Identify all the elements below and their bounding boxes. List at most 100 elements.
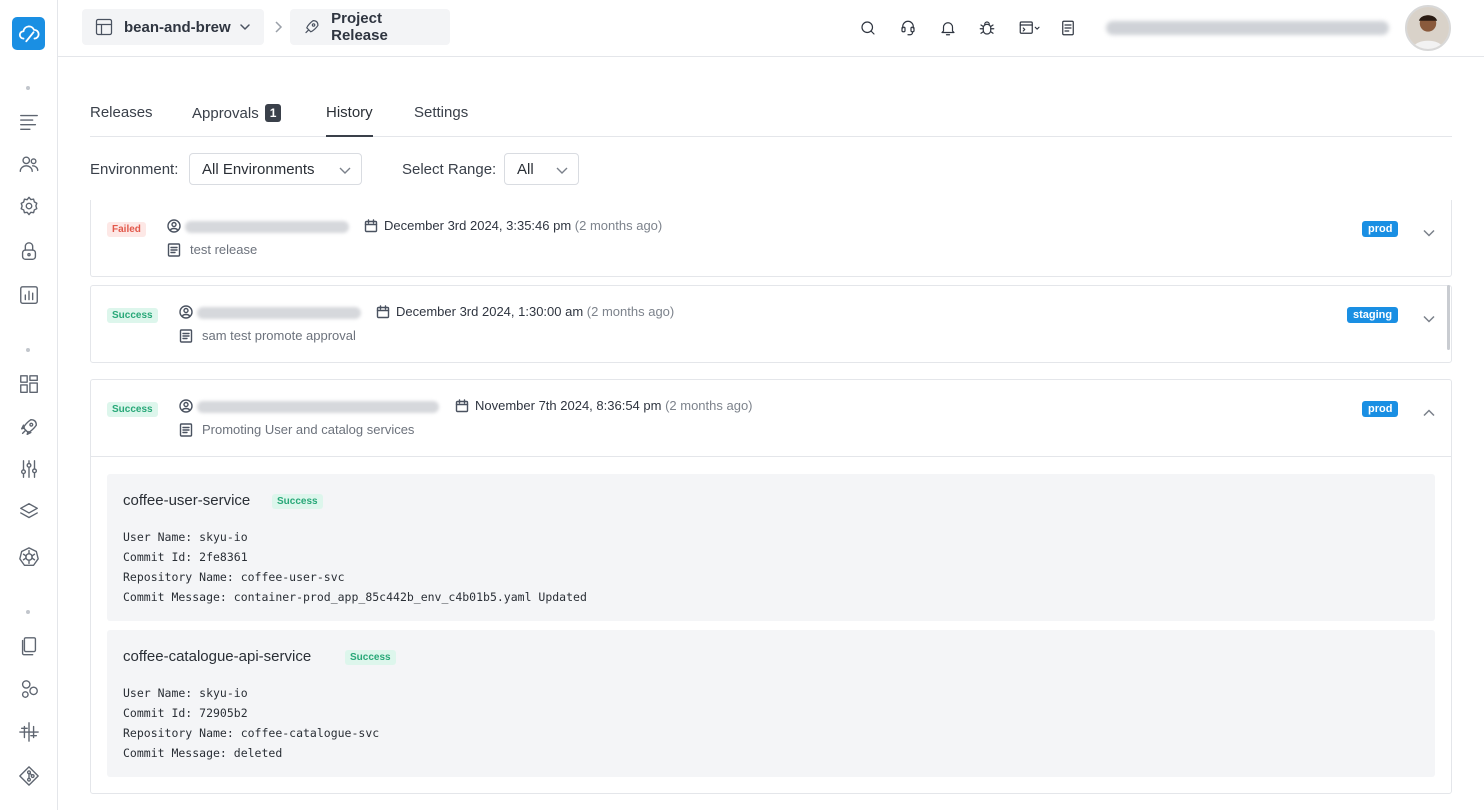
release-note: test release [190,242,258,257]
dashboard-grid-icon[interactable] [17,372,41,396]
menu-lines-icon[interactable] [17,109,41,133]
history-entry[interactable]: Success December 3rd 2024, 1:30:00 am (2… [90,285,1452,363]
service-status-badge: Success [272,494,323,509]
status-badge: Failed [107,222,146,237]
release-note: sam test promote approval [202,328,356,343]
user-circle-icon [179,399,193,413]
environment-badge: prod [1362,221,1399,237]
layers-icon[interactable] [17,500,41,524]
git-icon[interactable] [17,764,41,788]
environment-select[interactable]: All Environments [189,153,362,185]
analytics-chart-icon[interactable] [17,283,41,307]
terminal-dropdown-icon[interactable] [1016,17,1044,39]
tab-releases[interactable]: Releases [90,104,153,137]
user-photo-icon [1407,7,1449,49]
settings-gear-icon[interactable] [17,194,41,218]
calendar-icon [364,219,378,233]
user-circle-icon [167,219,181,233]
sidebar-separator [26,348,30,352]
skyu-logo[interactable] [12,17,45,50]
release-ago: (2 months ago) [574,218,663,233]
release-ago: (2 months ago) [586,304,675,319]
history-entry[interactable]: Failed December 3rd 2024, 3:35:46 pm (2 … [90,200,1452,277]
support-agent-icon[interactable] [897,17,919,39]
service-name: coffee-catalogue-api-service [123,648,312,665]
release-date: November 7th 2024, 8:36:54 pm [475,398,662,413]
environment-badge: staging [1347,307,1399,323]
lock-icon[interactable] [17,239,41,263]
range-label: Select Range: [402,161,497,178]
status-badge: Success [107,402,158,417]
network-icon[interactable] [17,720,41,744]
status-badge: Success [107,308,158,323]
release-date: December 3rd 2024, 3:35:46 pm [384,218,572,233]
chevron-down-icon [239,24,250,30]
chevron-down-icon[interactable] [1422,225,1436,237]
card-divider [91,456,1451,457]
table-grid-icon [95,18,113,36]
note-icon [179,423,193,437]
tab-history[interactable]: History [326,104,373,137]
bug-icon[interactable] [976,17,998,39]
chevron-down-icon [339,167,351,174]
service-repository: Repository Name: coffee-catalogue-svc [123,726,380,740]
integrations-circles-icon[interactable] [17,677,41,701]
sidebar-separator [26,610,30,614]
tab-settings[interactable]: Settings [414,104,468,137]
sidebar-separator [26,86,30,90]
release-datetime: November 7th 2024, 8:36:54 pm (2 months … [475,398,753,413]
workspace-name: bean-and-brew [124,18,231,36]
docs-icon[interactable] [1057,17,1079,39]
kubernetes-helm-icon[interactable] [17,545,41,569]
tab-approvals-label: Approvals [192,105,259,122]
user-redacted [185,221,349,233]
sidebar [0,0,58,810]
service-detail-panel: coffee-user-service Success User Name: s… [107,474,1435,621]
rocket-icon [305,20,319,34]
service-commit-message: Commit Message: container-prod_app_85c44… [123,590,587,604]
service-name: coffee-user-service [123,492,251,509]
chevron-down-icon [556,167,568,174]
service-repository: Repository Name: coffee-user-svc [123,570,345,584]
range-select[interactable]: All [504,153,579,185]
tab-bar: Releases Approvals 1 History Settings [90,100,1452,137]
chevron-up-icon[interactable] [1422,405,1436,417]
note-icon [179,329,193,343]
range-value: All [517,161,534,178]
users-icon[interactable] [17,152,41,176]
sliders-icon[interactable] [17,457,41,481]
release-datetime: December 3rd 2024, 3:35:46 pm (2 months … [384,218,662,233]
service-commit-id: Commit Id: 72905b2 [123,706,248,720]
environment-value: All Environments [202,161,315,178]
user-avatar[interactable] [1405,5,1451,51]
approvals-count-badge: 1 [264,104,282,122]
project-name: Project Release [331,10,388,44]
user-redacted [197,307,361,319]
user-circle-icon [179,305,193,319]
notification-bell-icon[interactable] [937,17,959,39]
user-email-redacted [1106,21,1389,35]
service-user-name: User Name: skyu-io [123,530,248,544]
project-breadcrumb[interactable]: Project Release [290,9,450,45]
filter-bar: Environment: All Environments Select Ran… [90,153,1452,185]
service-commit-message: Commit Message: deleted [123,746,283,760]
service-commit-id: Commit Id: 2fe8361 [123,550,248,564]
environment-badge: prod [1362,401,1399,417]
environment-label: Environment: [90,161,179,178]
tab-approvals[interactable]: Approvals 1 [192,104,282,137]
history-entry-expanded[interactable]: Success November 7th 2024, 8:36:54 pm (2… [90,379,1452,794]
user-redacted [197,401,439,413]
rocket-icon[interactable] [17,415,41,439]
chevron-down-icon[interactable] [1422,311,1436,323]
service-detail-panel: coffee-catalogue-api-service Success Use… [107,630,1435,777]
calendar-icon [455,399,469,413]
scrollbar-thumb[interactable] [1447,285,1450,350]
release-date: December 3rd 2024, 1:30:00 am [396,304,584,319]
cloud-logo-icon [18,25,40,42]
service-user-name: User Name: skyu-io [123,686,248,700]
search-icon[interactable] [857,17,879,39]
workspace-selector[interactable]: bean-and-brew [82,9,264,45]
documents-icon[interactable] [17,634,41,658]
release-datetime: December 3rd 2024, 1:30:00 am (2 months … [396,304,674,319]
release-note: Promoting User and catalog services [202,422,415,437]
